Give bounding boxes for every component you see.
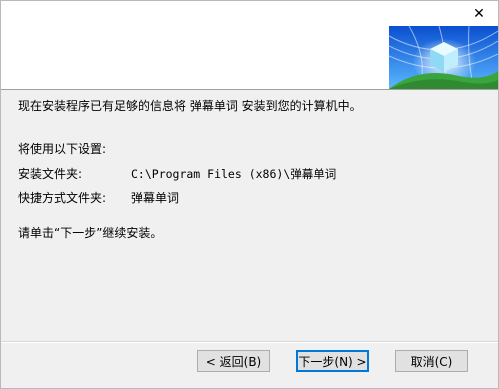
shortcut-folder-value: 弹幕单词: [131, 191, 180, 205]
back-button-label: < 返回(B): [205, 354, 262, 369]
globe-cube-icon: [389, 26, 498, 89]
banner-graphic: [389, 26, 498, 89]
install-folder-value: C:\Program Files (x86)\弹幕单词: [131, 167, 337, 181]
back-button[interactable]: < 返回(B): [197, 350, 270, 372]
next-button[interactable]: 下一步(N) >: [296, 350, 369, 372]
instruction-text: 请单击“下一步”继续安装。: [18, 226, 163, 240]
footer-divider: [1, 341, 498, 343]
close-icon: ✕: [473, 6, 485, 22]
install-folder-label: 安装文件夹:: [18, 167, 83, 181]
shortcut-folder-label: 快捷方式文件夹:: [18, 191, 107, 205]
close-button[interactable]: ✕: [466, 3, 492, 25]
settings-heading: 将使用以下设置:: [18, 142, 107, 156]
installer-window: ✕ 现在安装程序已有足够的信息将 弹幕单词 安装到您的计算机中。 将使用以下设置…: [0, 0, 499, 389]
next-button-label: 下一步(N) >: [298, 354, 367, 369]
intro-text: 现在安装程序已有足够的信息将 弹幕单词 安装到您的计算机中。: [18, 99, 362, 113]
cancel-button-label: 取消(C): [410, 354, 453, 369]
header-panel: ✕: [1, 1, 498, 90]
cancel-button[interactable]: 取消(C): [395, 350, 468, 372]
